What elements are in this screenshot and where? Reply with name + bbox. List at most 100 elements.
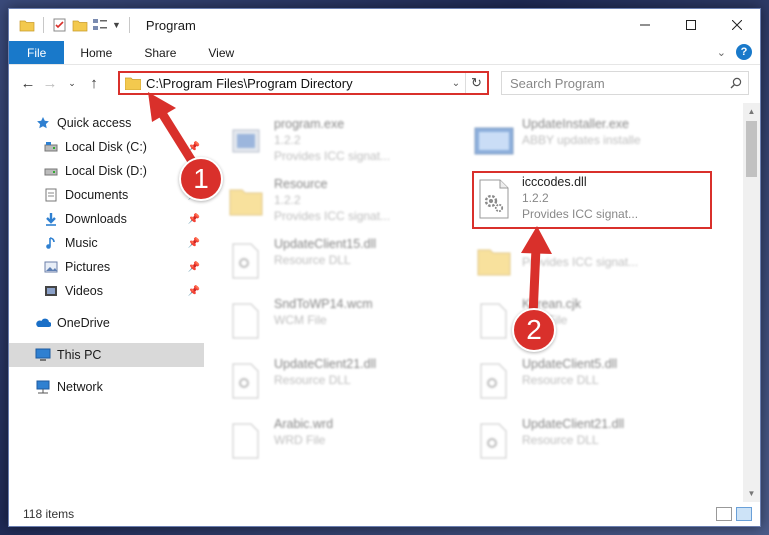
file-tile[interactable]: UpdateClient21.dll Resource DLL (474, 415, 714, 473)
tab-share[interactable]: Share (128, 41, 192, 64)
refresh-icon[interactable]: ↻ (465, 73, 487, 93)
folder-icon (226, 177, 266, 225)
generic-file-icon (226, 297, 266, 345)
ribbon-tabs: File Home Share View ⌄ ? (9, 41, 760, 65)
cloud-icon (35, 315, 51, 331)
file-description: Provides ICC signat... (522, 207, 639, 221)
sidebar-item-label: Videos (65, 284, 103, 298)
pin-icon[interactable]: 📌 (188, 286, 200, 297)
help-icon[interactable]: ? (736, 44, 752, 60)
maximize-button[interactable] (668, 9, 714, 41)
pictures-icon (43, 259, 59, 275)
large-icons-view-icon[interactable] (736, 507, 752, 521)
file-tile[interactable]: Provides ICC signat... (474, 235, 714, 293)
pin-icon[interactable]: 📌 (188, 238, 200, 249)
drive-icon (43, 163, 59, 179)
file-description: Provides ICC signat... (522, 255, 639, 269)
network-icon (35, 379, 51, 395)
back-button[interactable]: ← (17, 72, 39, 94)
sidebar-item-label: Network (57, 380, 103, 394)
file-description: Resource DLL (274, 253, 351, 267)
search-box[interactable]: Search Program (501, 71, 749, 95)
file-tile[interactable]: UpdateClient5.dll Resource DLL (474, 355, 714, 413)
file-tile[interactable]: UpdateInstaller.exe ABBY updates install… (474, 115, 714, 173)
sidebar-item-label: Local Disk (C:) (65, 140, 147, 154)
scrollbar-thumb[interactable] (746, 121, 757, 177)
file-tile[interactable]: SndToWP14.wcm WCM File (226, 295, 466, 353)
sidebar-item-videos[interactable]: Videos 📌 (9, 279, 204, 303)
file-description: WCM File (274, 313, 327, 327)
generic-file-icon (474, 297, 514, 345)
folder-icon (19, 17, 35, 33)
tab-file[interactable]: File (9, 41, 65, 64)
sidebar-item-local-disk-d[interactable]: Local Disk (D:) (9, 159, 204, 183)
dll-file-icon (226, 237, 266, 285)
scroll-down-icon[interactable]: ▼ (743, 485, 760, 502)
sidebar-item-local-disk-c[interactable]: Local Disk (C:) 📌 (9, 135, 204, 159)
view-toggle-icon[interactable] (92, 17, 108, 33)
file-version: 1.2.2 (522, 191, 549, 205)
file-name: UpdateClient15.dll (274, 237, 377, 251)
main-area: Quick access Local Disk (C:) 📌 Local Dis… (9, 103, 760, 502)
sidebar-item-this-pc[interactable]: This PC (9, 343, 204, 367)
sidebar-item-documents[interactable]: Documents 📌 (9, 183, 204, 207)
sidebar-item-label: Music (65, 236, 98, 250)
tab-view[interactable]: View (192, 41, 250, 64)
tab-home[interactable]: Home (64, 41, 128, 64)
file-tile[interactable]: UpdateClient21.dll Resource DLL (226, 355, 466, 413)
file-name: Arabic.wrd (274, 417, 334, 431)
properties-icon[interactable] (52, 17, 68, 33)
scroll-up-icon[interactable]: ▲ (743, 103, 760, 120)
file-tile[interactable]: Korean.cjk CJK File (474, 295, 714, 353)
address-dropdown-icon[interactable]: ⌄ (447, 78, 465, 89)
address-bar[interactable]: C:\Program Files\Program Directory ⌄ ↻ (118, 71, 489, 95)
sidebar-item-music[interactable]: Music 📌 (9, 231, 204, 255)
item-count: 118 items (23, 507, 75, 521)
expand-ribbon-icon[interactable]: ⌄ (717, 46, 726, 59)
sidebar-item-onedrive[interactable]: OneDrive (9, 311, 204, 335)
search-input[interactable]: Search Program (510, 76, 724, 91)
sidebar-item-downloads[interactable]: Downloads 📌 (9, 207, 204, 231)
search-icon[interactable] (724, 77, 748, 89)
vertical-scrollbar[interactable]: ▲ ▼ (743, 103, 760, 502)
up-button[interactable]: ↑ (83, 72, 105, 94)
sidebar-item-label: OneDrive (57, 316, 110, 330)
file-name: SndToWP14.wcm (274, 297, 373, 311)
music-icon (43, 235, 59, 251)
file-tile-icccodes[interactable]: icccodes.dll 1.2.2 Provides ICC signat..… (472, 171, 712, 229)
step-2-badge: 2 (512, 308, 556, 352)
exe-file-icon (226, 117, 266, 165)
file-name: program.exe (274, 117, 345, 131)
details-view-icon[interactable] (716, 507, 732, 521)
sidebar-item-quick-access[interactable]: Quick access (9, 111, 204, 135)
file-tile[interactable]: Resource 1.2.2 Provides ICC signat... (226, 175, 466, 233)
new-folder-icon[interactable] (72, 17, 88, 33)
dll-file-icon (474, 417, 514, 465)
recent-locations-icon[interactable]: ⌄ (61, 72, 83, 94)
sidebar-item-label: Pictures (65, 260, 111, 274)
sidebar-item-network[interactable]: Network (9, 375, 204, 399)
installer-file-icon (474, 117, 514, 165)
forward-button[interactable]: → (39, 72, 61, 94)
file-tile[interactable]: UpdateClient15.dll Resource DLL (226, 235, 466, 293)
pin-icon[interactable]: 📌 (188, 214, 200, 225)
address-path[interactable]: C:\Program Files\Program Directory (146, 76, 447, 91)
drive-icon (43, 139, 59, 155)
file-name: UpdateClient21.dll (522, 417, 625, 431)
file-tile[interactable]: program.exe 1.2.2 Provides ICC signat... (226, 115, 466, 173)
videos-icon (43, 283, 59, 299)
qat-dropdown-icon[interactable]: ▼ (112, 20, 121, 30)
file-name: UpdateInstaller.exe (522, 117, 630, 131)
sidebar-item-pictures[interactable]: Pictures 📌 (9, 255, 204, 279)
minimize-button[interactable] (622, 9, 668, 41)
computer-icon (35, 347, 51, 363)
sidebar-item-label: This PC (57, 348, 102, 362)
close-button[interactable] (714, 9, 760, 41)
pin-icon[interactable]: 📌 (188, 142, 200, 153)
pin-icon[interactable]: 📌 (188, 262, 200, 273)
folder-icon (474, 237, 514, 285)
file-description: Provides ICC signat... (274, 149, 391, 163)
file-tile[interactable]: Arabic.wrd WRD File (226, 415, 466, 473)
star-icon (35, 115, 51, 131)
file-name: icccodes.dll (522, 175, 587, 189)
